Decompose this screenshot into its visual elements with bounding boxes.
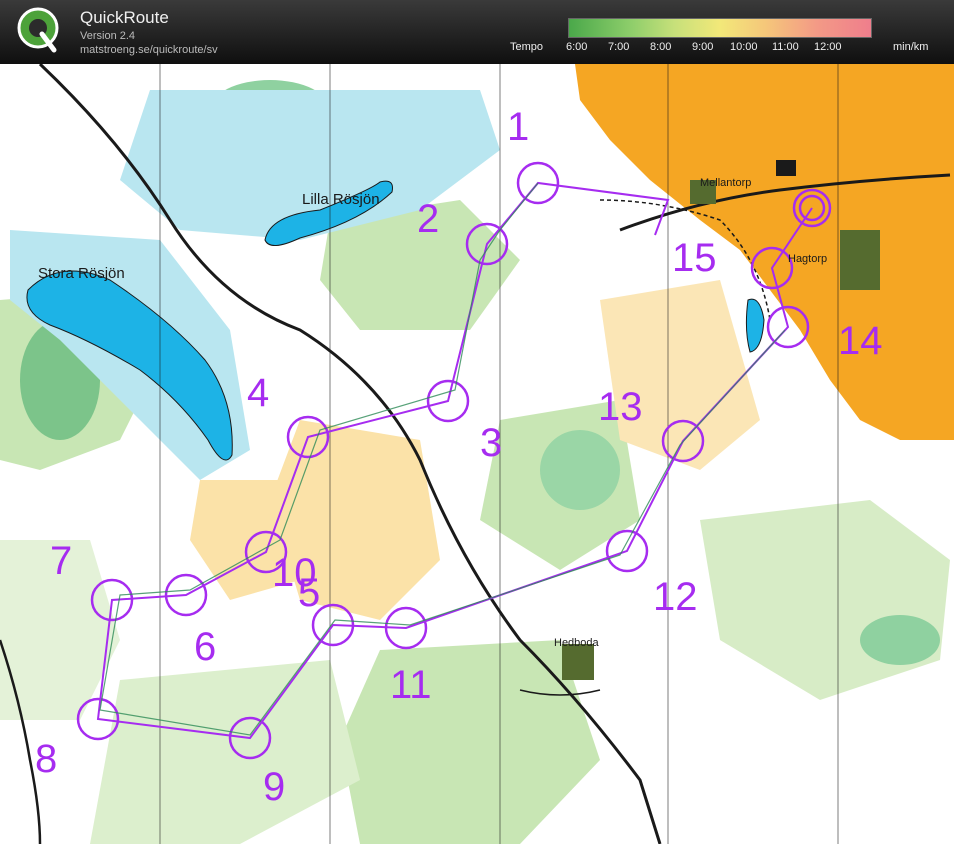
lake-label-stora: Stora Rösjön xyxy=(38,265,125,282)
control-number-1: 1 xyxy=(507,105,529,149)
tempo-color-scale xyxy=(568,18,872,38)
tempo-unit: min/km xyxy=(893,41,929,53)
tempo-tick: 12:00 xyxy=(814,41,842,53)
lake-label-lilla: Lilla Rösjön xyxy=(302,191,380,208)
control-number-10: 10 xyxy=(272,551,317,595)
control-number-2: 2 xyxy=(417,197,439,241)
tempo-tick: 10:00 xyxy=(730,41,758,53)
place-label-mellantorp: Mellantorp xyxy=(700,177,751,189)
building xyxy=(840,230,880,290)
place-label-hedboda: Hedboda xyxy=(554,637,600,649)
app-version: Version 2.4 xyxy=(80,30,136,42)
building xyxy=(562,644,594,680)
tempo-tick: 11:00 xyxy=(772,41,799,53)
control-number-6: 6 xyxy=(194,625,216,669)
app-url: matstroeng.se/quickroute/sv xyxy=(80,44,218,56)
orienteering-map[interactable]: 1 2 3 4 5 6 7 8 9 10 11 12 13 14 15 Lill… xyxy=(0,64,954,844)
control-number-14: 14 xyxy=(838,319,883,363)
tempo-label: Tempo xyxy=(510,41,544,53)
control-number-4: 4 xyxy=(247,371,269,415)
building xyxy=(776,160,796,176)
tempo-tick: 7:00 xyxy=(608,41,630,53)
control-number-11: 11 xyxy=(390,663,432,707)
tempo-tick: 9:00 xyxy=(692,41,714,53)
control-number-9: 9 xyxy=(263,765,285,809)
place-label-hagtorp: Hagtorp xyxy=(788,253,827,265)
thicket xyxy=(860,615,940,665)
control-number-3: 3 xyxy=(480,421,502,465)
thicket xyxy=(540,430,620,510)
control-number-8: 8 xyxy=(35,737,57,781)
quickroute-logo-icon xyxy=(17,7,59,53)
tempo-tick: 8:00 xyxy=(650,41,672,53)
app-header: QuickRoute Version 2.4 matstroeng.se/qui… xyxy=(0,0,954,64)
tempo-tick: 6:00 xyxy=(566,41,588,53)
control-number-7: 7 xyxy=(50,539,72,583)
control-number-15: 15 xyxy=(672,236,717,280)
control-number-13: 13 xyxy=(598,385,643,429)
control-number-12: 12 xyxy=(653,575,698,619)
app-title: QuickRoute xyxy=(80,8,169,27)
